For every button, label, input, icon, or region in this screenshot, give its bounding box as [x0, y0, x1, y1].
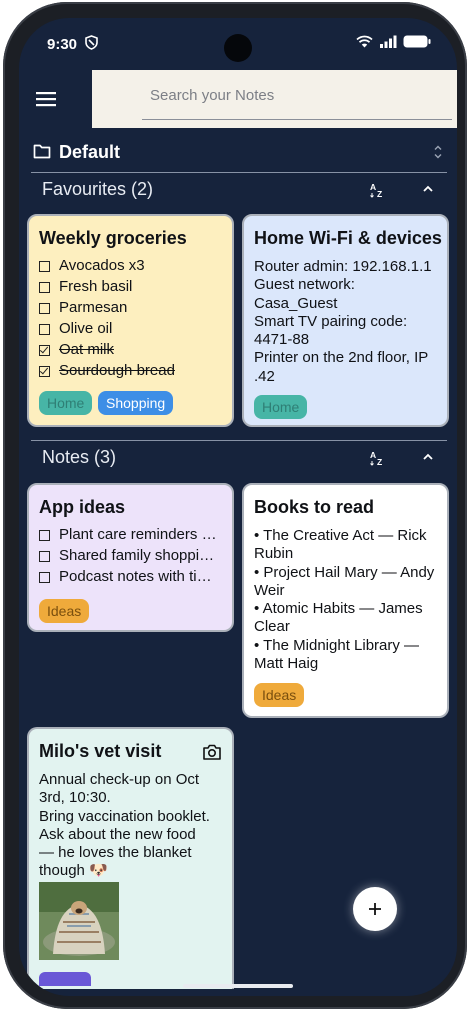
section-title-notes: Notes (3): [42, 447, 117, 467]
notes-header[interactable]: Notes (3) AZ: [31, 441, 447, 475]
gesture-bar[interactable]: [183, 984, 293, 988]
note-card-weekly-groceries[interactable]: Weekly groceries Avocados x3 Fresh basil…: [27, 214, 234, 427]
note-title: Books to read: [254, 497, 375, 517]
add-icon: [369, 903, 381, 915]
note-title: Milo's vet visit: [39, 741, 162, 761]
checklist-item-checked[interactable]: Oat milk: [39, 340, 222, 361]
battery-icon: [403, 35, 431, 48]
note-card-vet-visit[interactable]: Milo's vet visit Annual check-up on Oct …: [27, 727, 234, 989]
top-bar: Search your Notes: [19, 70, 457, 128]
dog-photo-thumbnail: [39, 882, 119, 960]
status-bar: 9:30: [19, 18, 457, 68]
checklist: Avocados x3 Fresh basil Parmesan Olive o…: [39, 256, 222, 382]
vpn-shield-icon: [85, 35, 98, 50]
notebook-selector[interactable]: Default: [31, 138, 447, 172]
collapse-icon[interactable]: [421, 450, 435, 464]
note-body: Annual check-up on Oct 3rd, 10:30. Bring…: [39, 771, 210, 880]
checkbox-icon[interactable]: [39, 551, 50, 562]
checklist: Plant care reminders with photo... Share…: [39, 525, 222, 588]
device-frame: 9:30 Search your Notes Default Favourite…: [3, 2, 467, 1009]
label-chip-home[interactable]: Home: [39, 391, 93, 415]
checklist-item[interactable]: Podcast notes with timestamps: [39, 567, 222, 588]
checked-checkbox-icon[interactable]: [39, 366, 50, 377]
label-chip-home[interactable]: Home: [254, 395, 308, 419]
label-chip-partial[interactable]: [39, 972, 91, 986]
checkbox-icon[interactable]: [39, 282, 50, 293]
note-title: App ideas: [39, 497, 126, 517]
checklist-item-checked[interactable]: Sourdough bread: [39, 361, 222, 382]
note-body: Router admin: 192.168.1.1 Guest network:…: [254, 258, 432, 385]
collapse-icon[interactable]: [421, 182, 435, 196]
note-card-app-ideas[interactable]: App ideas Plant care reminders with phot…: [27, 483, 234, 632]
svg-text:A: A: [370, 450, 376, 460]
search-bar[interactable]: Search your Notes: [92, 70, 457, 128]
checklist-item[interactable]: Fresh basil: [39, 277, 222, 298]
svg-text:A: A: [370, 182, 376, 192]
camera-icon: [203, 744, 221, 760]
checked-checkbox-icon[interactable]: [39, 345, 50, 356]
label-chip-shopping[interactable]: Shopping: [98, 391, 174, 415]
system-icons: [356, 35, 431, 48]
unfold-icon[interactable]: [433, 143, 443, 161]
checklist-item[interactable]: Shared family shopping lists: [39, 546, 222, 567]
search-underline: [142, 119, 452, 120]
note-title: Home Wi-Fi & devices: [254, 228, 442, 248]
signal-icon: [380, 35, 397, 48]
note-body: • The Creative Act — Rick Rubin • Projec…: [254, 527, 435, 673]
search-input[interactable]: Search your Notes: [150, 87, 274, 104]
label-chip-ideas[interactable]: Ideas: [39, 599, 90, 623]
app-screen: 9:30 Search your Notes Default Favourite…: [19, 18, 457, 996]
label-chip-ideas[interactable]: Ideas: [254, 683, 305, 707]
front-camera: [224, 34, 252, 62]
sort-az-icon[interactable]: AZ: [369, 449, 387, 467]
checkbox-icon[interactable]: [39, 324, 50, 335]
note-title: Weekly groceries: [39, 228, 187, 248]
note-card-books-to-read[interactable]: Books to read • The Creative Act — Rick …: [242, 483, 449, 718]
checkbox-icon[interactable]: [39, 261, 50, 272]
folder-icon: [33, 144, 51, 159]
notebook-name: Default: [59, 142, 121, 162]
section-title-favourites: Favourites (2): [42, 179, 154, 199]
status-time: 9:30: [47, 36, 78, 53]
checklist-item[interactable]: Olive oil: [39, 319, 222, 340]
checkbox-icon[interactable]: [39, 572, 50, 583]
checklist-item[interactable]: Avocados x3: [39, 256, 222, 277]
checkbox-icon[interactable]: [39, 303, 50, 314]
checklist-item[interactable]: Parmesan: [39, 298, 222, 319]
favourites-header[interactable]: Favourites (2) AZ: [31, 173, 447, 207]
checkbox-icon[interactable]: [39, 530, 50, 541]
sort-az-icon[interactable]: AZ: [369, 181, 387, 199]
menu-icon[interactable]: [33, 86, 59, 112]
add-note-button[interactable]: [353, 887, 397, 931]
note-card-home-wifi[interactable]: Home Wi-Fi & devices Router admin: 192.1…: [242, 214, 449, 427]
svg-text:Z: Z: [377, 457, 382, 467]
svg-text:Z: Z: [377, 189, 382, 199]
wifi-icon: [356, 35, 373, 48]
checklist-item[interactable]: Plant care reminders with photo...: [39, 525, 222, 546]
